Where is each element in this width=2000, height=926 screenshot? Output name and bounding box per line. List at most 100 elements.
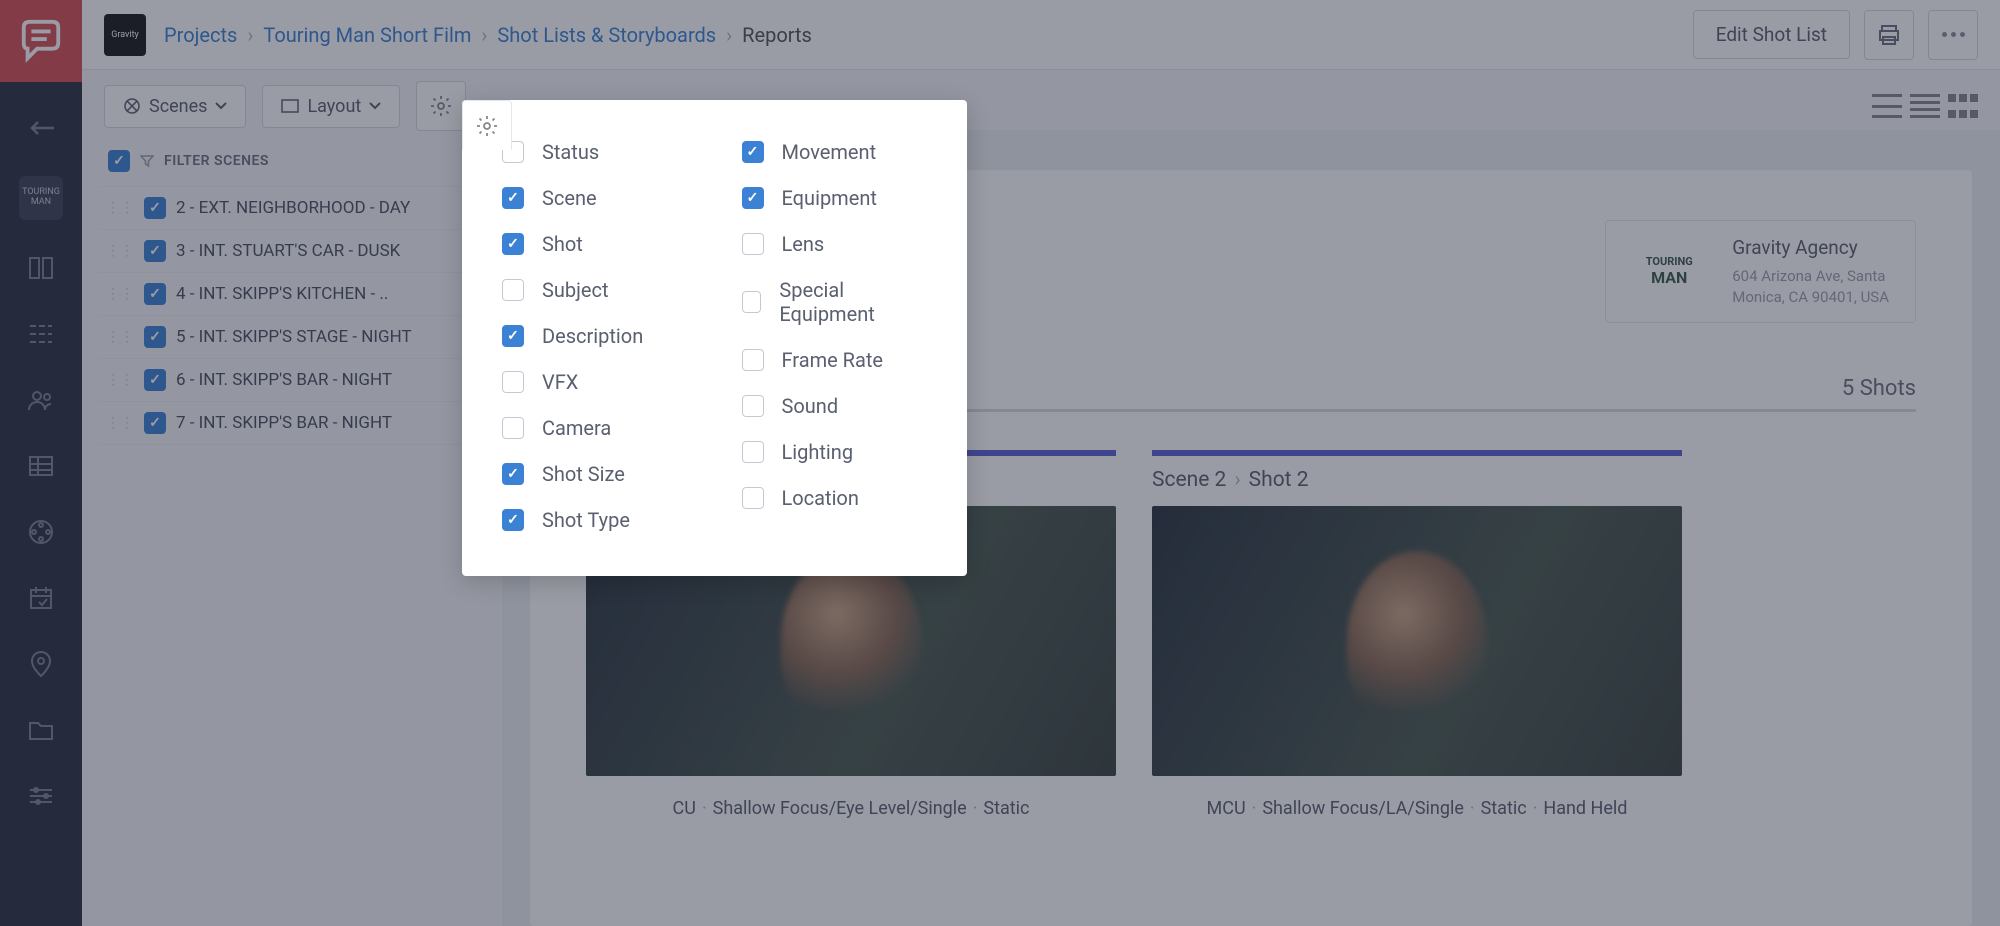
sidebar-people-icon[interactable] — [23, 382, 59, 418]
column-option[interactable]: Equipment — [742, 186, 928, 210]
column-option[interactable]: Description — [502, 324, 688, 348]
agency-addr2: Monica, CA 90401, USA — [1732, 287, 1889, 308]
column-checkbox[interactable] — [742, 395, 764, 417]
scenes-dropdown[interactable]: Scenes — [104, 85, 246, 128]
column-label: Subject — [542, 278, 609, 302]
sidebar-list-icon[interactable] — [23, 316, 59, 352]
toolbar: Scenes Layout — [82, 70, 2000, 130]
content-area: FILTER SCENES ⋮⋮ 2 - EXT. NEIGHBORHOOD -… — [82, 130, 2000, 926]
scene-name: 5 - INT. SKIPP'S STAGE - NIGHT — [176, 327, 459, 347]
sidebar-calendar-icon[interactable] — [23, 580, 59, 616]
layout-label: Layout — [307, 96, 361, 117]
app-logo[interactable] — [0, 0, 82, 82]
column-checkbox[interactable] — [502, 371, 524, 393]
drag-handle-icon[interactable]: ⋮⋮ — [106, 333, 134, 341]
sidebar-location-icon[interactable] — [23, 646, 59, 682]
breadcrumb-film[interactable]: Touring Man Short Film — [263, 23, 471, 47]
column-checkbox[interactable] — [742, 187, 764, 209]
column-label: Sound — [782, 394, 839, 418]
breadcrumb-projects[interactable]: Projects — [164, 23, 237, 47]
column-option[interactable]: Lighting — [742, 440, 928, 464]
column-label: Equipment — [782, 186, 877, 210]
filter-all-checkbox[interactable] — [108, 150, 130, 172]
sidebar-reel-icon[interactable] — [23, 514, 59, 550]
column-option[interactable]: Scene — [502, 186, 688, 210]
sidebar-project-icon[interactable]: TOURINGMAN — [19, 176, 63, 220]
column-checkbox[interactable] — [742, 487, 764, 509]
column-checkbox[interactable] — [502, 233, 524, 255]
scene-row[interactable]: ⋮⋮ 6 - INT. SKIPP'S BAR - NIGHT 3 — [98, 358, 486, 401]
column-option[interactable]: Sound — [742, 394, 928, 418]
sidebar-boards-icon[interactable] — [23, 250, 59, 286]
column-label: Description — [542, 324, 643, 348]
scene-row[interactable]: ⋮⋮ 5 - INT. SKIPP'S STAGE - NIGHT 2 — [98, 315, 486, 358]
sidebar-sliders-icon[interactable] — [23, 778, 59, 814]
drag-handle-icon[interactable]: ⋮⋮ — [106, 419, 134, 427]
scene-row[interactable]: ⋮⋮ 7 - INT. SKIPP'S BAR - NIGHT 1 — [98, 401, 486, 445]
column-option[interactable]: VFX — [502, 370, 688, 394]
sidebar-back-icon[interactable] — [23, 110, 59, 146]
project-thumbnail[interactable]: Gravity — [104, 14, 146, 56]
column-checkbox[interactable] — [502, 509, 524, 531]
column-checkbox[interactable] — [742, 141, 764, 163]
agency-addr1: 604 Arizona Ave, Santa — [1732, 266, 1889, 287]
chevron-right-icon: › — [481, 23, 487, 47]
column-option[interactable]: Lens — [742, 232, 928, 256]
scene-checkbox[interactable] — [144, 326, 166, 348]
column-checkbox[interactable] — [742, 349, 764, 371]
drag-handle-icon[interactable]: ⋮⋮ — [106, 204, 134, 212]
column-label: Movement — [782, 140, 877, 164]
card-image — [1152, 506, 1682, 776]
column-option[interactable]: Location — [742, 486, 928, 510]
column-option[interactable]: Camera — [502, 416, 688, 440]
more-button[interactable] — [1928, 10, 1978, 60]
column-option[interactable]: Frame Rate — [742, 348, 928, 372]
scene-checkbox[interactable] — [144, 369, 166, 391]
column-option[interactable]: Movement — [742, 140, 928, 164]
column-checkbox[interactable] — [502, 463, 524, 485]
scene-checkbox[interactable] — [144, 412, 166, 434]
scene-name: 3 - INT. STUART'S CAR - DUSK — [176, 241, 459, 261]
column-checkbox[interactable] — [742, 441, 764, 463]
sidebar-table-icon[interactable] — [23, 448, 59, 484]
breadcrumb-shotlists[interactable]: Shot Lists & Storyboards — [497, 23, 716, 47]
edit-shotlist-button[interactable]: Edit Shot List — [1693, 10, 1850, 59]
scene-row[interactable]: ⋮⋮ 3 - INT. STUART'S CAR - DUSK 4 — [98, 229, 486, 272]
shot-card[interactable]: Scene 2›Shot 2 MCU·Shallow Focus/LA/Sing… — [1152, 450, 1682, 819]
scene-row[interactable]: ⋮⋮ 2 - EXT. NEIGHBORHOOD - DAY 5 — [98, 186, 486, 229]
column-option[interactable]: Special Equipment — [742, 278, 928, 326]
column-option[interactable]: Status — [502, 140, 688, 164]
layout-dropdown[interactable]: Layout — [262, 85, 400, 128]
column-checkbox[interactable] — [742, 291, 762, 313]
scene-checkbox[interactable] — [144, 240, 166, 262]
app-sidebar: TOURINGMAN — [0, 0, 82, 926]
sidebar-folder-icon[interactable] — [23, 712, 59, 748]
column-label: Lens — [782, 232, 825, 256]
print-button[interactable] — [1864, 10, 1914, 60]
card-meta: CU·Shallow Focus/Eye Level/Single·Static — [586, 798, 1116, 819]
card-meta: MCU·Shallow Focus/LA/Single·Static·Hand … — [1152, 798, 1682, 819]
column-option[interactable]: Subject — [502, 278, 688, 302]
column-checkbox[interactable] — [742, 233, 764, 255]
view-list-icon[interactable] — [1872, 94, 1902, 118]
column-option[interactable]: Shot Size — [502, 462, 688, 486]
column-checkbox[interactable] — [502, 279, 524, 301]
scene-checkbox[interactable] — [144, 283, 166, 305]
drag-handle-icon[interactable]: ⋮⋮ — [106, 376, 134, 384]
view-toggle — [1872, 94, 1978, 118]
scene-checkbox[interactable] — [144, 197, 166, 219]
view-compact-icon[interactable] — [1910, 94, 1940, 118]
agency-name: Gravity Agency — [1732, 235, 1889, 262]
column-option[interactable]: Shot — [502, 232, 688, 256]
drag-handle-icon[interactable]: ⋮⋮ — [106, 247, 134, 255]
drag-handle-icon[interactable]: ⋮⋮ — [106, 290, 134, 298]
settings-button-active[interactable] — [462, 100, 512, 150]
settings-button[interactable] — [416, 81, 466, 131]
column-label: Shot Size — [542, 462, 625, 486]
column-checkbox[interactable] — [502, 325, 524, 347]
view-grid-icon[interactable] — [1948, 94, 1978, 118]
column-option[interactable]: Shot Type — [502, 508, 688, 532]
scene-row[interactable]: ⋮⋮ 4 - INT. SKIPP'S KITCHEN - .. 2 — [98, 272, 486, 315]
column-checkbox[interactable] — [502, 417, 524, 439]
column-checkbox[interactable] — [502, 187, 524, 209]
